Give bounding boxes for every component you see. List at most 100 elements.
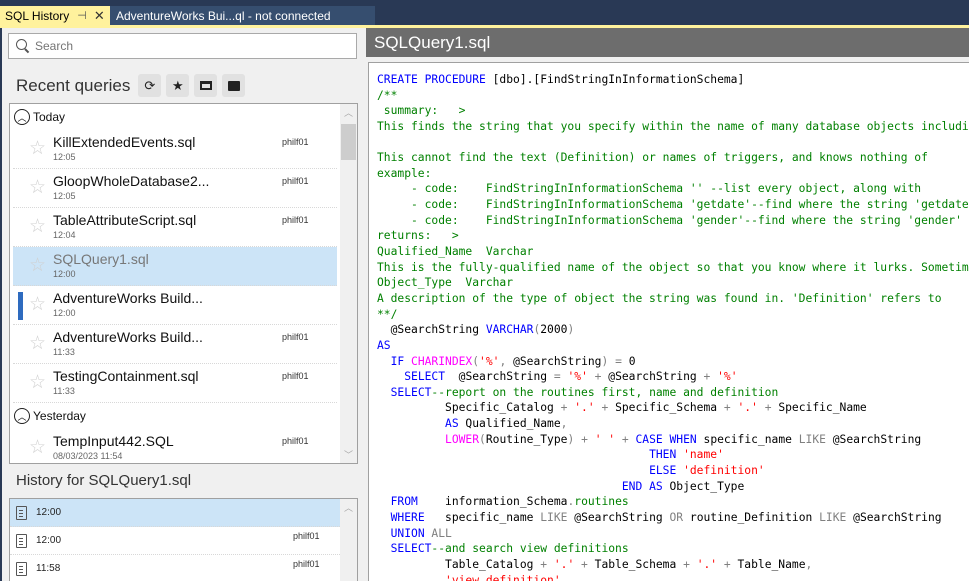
close-icon[interactable]: ✕ bbox=[94, 8, 105, 24]
code-line: This cannot find the text (Definition) o… bbox=[377, 150, 969, 166]
star-icon[interactable]: ☆ bbox=[29, 139, 46, 158]
code-token: ) = bbox=[601, 354, 629, 368]
list-item[interactable]: ☆ GloopWholeDatabase2... 12:05 philf01 bbox=[13, 169, 337, 208]
history-title: History for SQLQuery1.sql bbox=[16, 472, 192, 489]
recent-queries-title: Recent queries bbox=[16, 75, 131, 95]
collapse-icon[interactable]: ︿ bbox=[14, 109, 30, 125]
code-token: VARCHAR bbox=[485, 323, 534, 337]
code-token: END AS bbox=[621, 479, 670, 493]
folder-icon bbox=[227, 80, 240, 91]
list-item[interactable]: ☆ SQLQuery1.sql 12:00 bbox=[13, 247, 337, 286]
search-input[interactable] bbox=[35, 39, 335, 53]
item-time: 12:00 bbox=[53, 308, 76, 318]
group-header[interactable]: ︿ Yesterday bbox=[10, 403, 340, 429]
open-folder-button[interactable] bbox=[194, 74, 218, 97]
code-token: + bbox=[560, 401, 575, 415]
list-item[interactable]: ☆ TestingContainment.sql 11:33 philf01 bbox=[13, 364, 337, 403]
code-token: - code: FindStringInInformationSchema 'g… bbox=[377, 213, 962, 227]
item-name: AdventureWorks Build... bbox=[53, 329, 203, 345]
item-name: AdventureWorks Build... bbox=[53, 290, 203, 306]
code-line: summary: > bbox=[377, 103, 969, 119]
search-box[interactable] bbox=[8, 33, 357, 59]
favorites-button[interactable]: ★ bbox=[166, 74, 190, 97]
tab-adventureworks[interactable]: AdventureWorks Bui...ql - not connected bbox=[110, 6, 375, 25]
code-token: '.' bbox=[737, 401, 758, 415]
scroll-up-icon[interactable]: ︿ bbox=[340, 499, 357, 516]
star-icon[interactable]: ☆ bbox=[29, 438, 46, 457]
tab-sql-history[interactable]: SQL History ⊣ ✕ bbox=[0, 6, 110, 25]
code-token: ) bbox=[567, 323, 575, 337]
history-item[interactable]: 12:00 philf01 bbox=[10, 527, 340, 555]
recent-scrollbar[interactable]: ︿ ﹀ bbox=[340, 104, 357, 463]
code-token: --report on the routines first, name and… bbox=[431, 385, 779, 399]
code-token: + bbox=[587, 370, 609, 384]
scroll-up-icon[interactable]: ︿ bbox=[340, 104, 357, 121]
list-item[interactable]: ☆ AdventureWorks Build... 12:00 bbox=[13, 286, 337, 325]
scroll-down-icon[interactable]: ﹀ bbox=[340, 446, 357, 463]
star-icon[interactable]: ☆ bbox=[29, 217, 46, 236]
star-icon[interactable]: ☆ bbox=[29, 334, 46, 353]
code-token: 'view definition' bbox=[445, 573, 561, 581]
code-token: SELECT bbox=[390, 385, 432, 399]
item-user: philf01 bbox=[282, 332, 309, 342]
list-item[interactable]: ☆ KillExtendedEvents.sql 12:05 philf01 bbox=[13, 130, 337, 169]
code-token: Table_Schema bbox=[594, 557, 684, 571]
star-icon: ★ bbox=[172, 77, 184, 93]
star-icon[interactable]: ☆ bbox=[29, 256, 46, 275]
code-token: A description of the type of object the … bbox=[377, 291, 942, 305]
code-line: 'view definition' bbox=[377, 573, 969, 581]
list-item[interactable]: ☆ AdventureWorks Build... 11:33 philf01 bbox=[13, 325, 337, 364]
code-line: - code: FindStringInInformationSchema ''… bbox=[377, 181, 969, 197]
code-token: ALL bbox=[431, 526, 452, 540]
code-token: @SearchString bbox=[853, 510, 942, 524]
history-item[interactable]: 11:58 philf01 bbox=[10, 555, 340, 581]
history-scrollbar[interactable]: ︿ bbox=[340, 499, 357, 581]
code-token: Object_Type bbox=[669, 479, 745, 493]
refresh-button[interactable]: ⟳ bbox=[138, 74, 162, 97]
code-token: Routine_Type bbox=[485, 432, 568, 446]
pin-icon[interactable]: ⊣ bbox=[77, 9, 87, 22]
scroll-thumb[interactable] bbox=[341, 124, 356, 160]
collapse-icon[interactable]: ︿ bbox=[14, 408, 30, 424]
code-token: summary: > bbox=[377, 104, 466, 118]
code-editor[interactable]: CREATE PROCEDURE [dbo].[FindStringInInfo… bbox=[368, 62, 969, 581]
code-token: '%' bbox=[717, 370, 738, 384]
code-token: + bbox=[757, 401, 779, 415]
item-user: philf01 bbox=[282, 436, 309, 446]
code-token: = bbox=[553, 370, 568, 384]
list-item[interactable]: ☆ TableAttributeScript.sql 12:04 philf01 bbox=[13, 208, 337, 247]
code-token: Specific_Schema bbox=[615, 401, 724, 415]
code-line: SELECT--report on the routines first, na… bbox=[377, 385, 969, 401]
code-token: THEN bbox=[649, 448, 684, 462]
code-token: 'name' bbox=[683, 448, 724, 462]
history-item[interactable]: 12:00 bbox=[10, 499, 340, 527]
item-name: TableAttributeScript.sql bbox=[53, 212, 197, 228]
folder-button[interactable] bbox=[222, 74, 246, 97]
history-list: 12:00 12:00 philf01 11:58 philf01 ︿ bbox=[9, 498, 358, 581]
code-token: routine_Definition bbox=[689, 510, 820, 524]
document-tab-bar: SQL History ⊣ ✕ AdventureWorks Bui...ql … bbox=[0, 0, 969, 25]
group-header[interactable]: ︿ Today bbox=[10, 104, 340, 130]
code-token: **/ bbox=[377, 307, 398, 321]
document-icon bbox=[16, 534, 27, 548]
code-token: returns: > bbox=[377, 229, 459, 243]
code-token: ' ' bbox=[594, 432, 616, 446]
code-line: This is the fully-qualified name of the … bbox=[377, 260, 969, 276]
code-content: CREATE PROCEDURE [dbo].[FindStringInInfo… bbox=[377, 72, 969, 581]
star-icon[interactable]: ☆ bbox=[29, 178, 46, 197]
item-name: KillExtendedEvents.sql bbox=[53, 134, 196, 150]
star-icon[interactable]: ☆ bbox=[29, 295, 46, 314]
code-line: /** bbox=[377, 88, 969, 104]
code-token: , bbox=[805, 557, 813, 571]
code-token: + bbox=[723, 401, 738, 415]
code-line: IF CHARINDEX('%', @SearchString) = 0 bbox=[377, 354, 969, 370]
item-user: philf01 bbox=[282, 215, 309, 225]
list-item[interactable]: ☆ TempInput442.SQL 08/03/2023 11:54 philf01 bbox=[13, 429, 337, 463]
code-token: '.' bbox=[696, 557, 718, 571]
star-icon[interactable]: ☆ bbox=[29, 373, 46, 392]
